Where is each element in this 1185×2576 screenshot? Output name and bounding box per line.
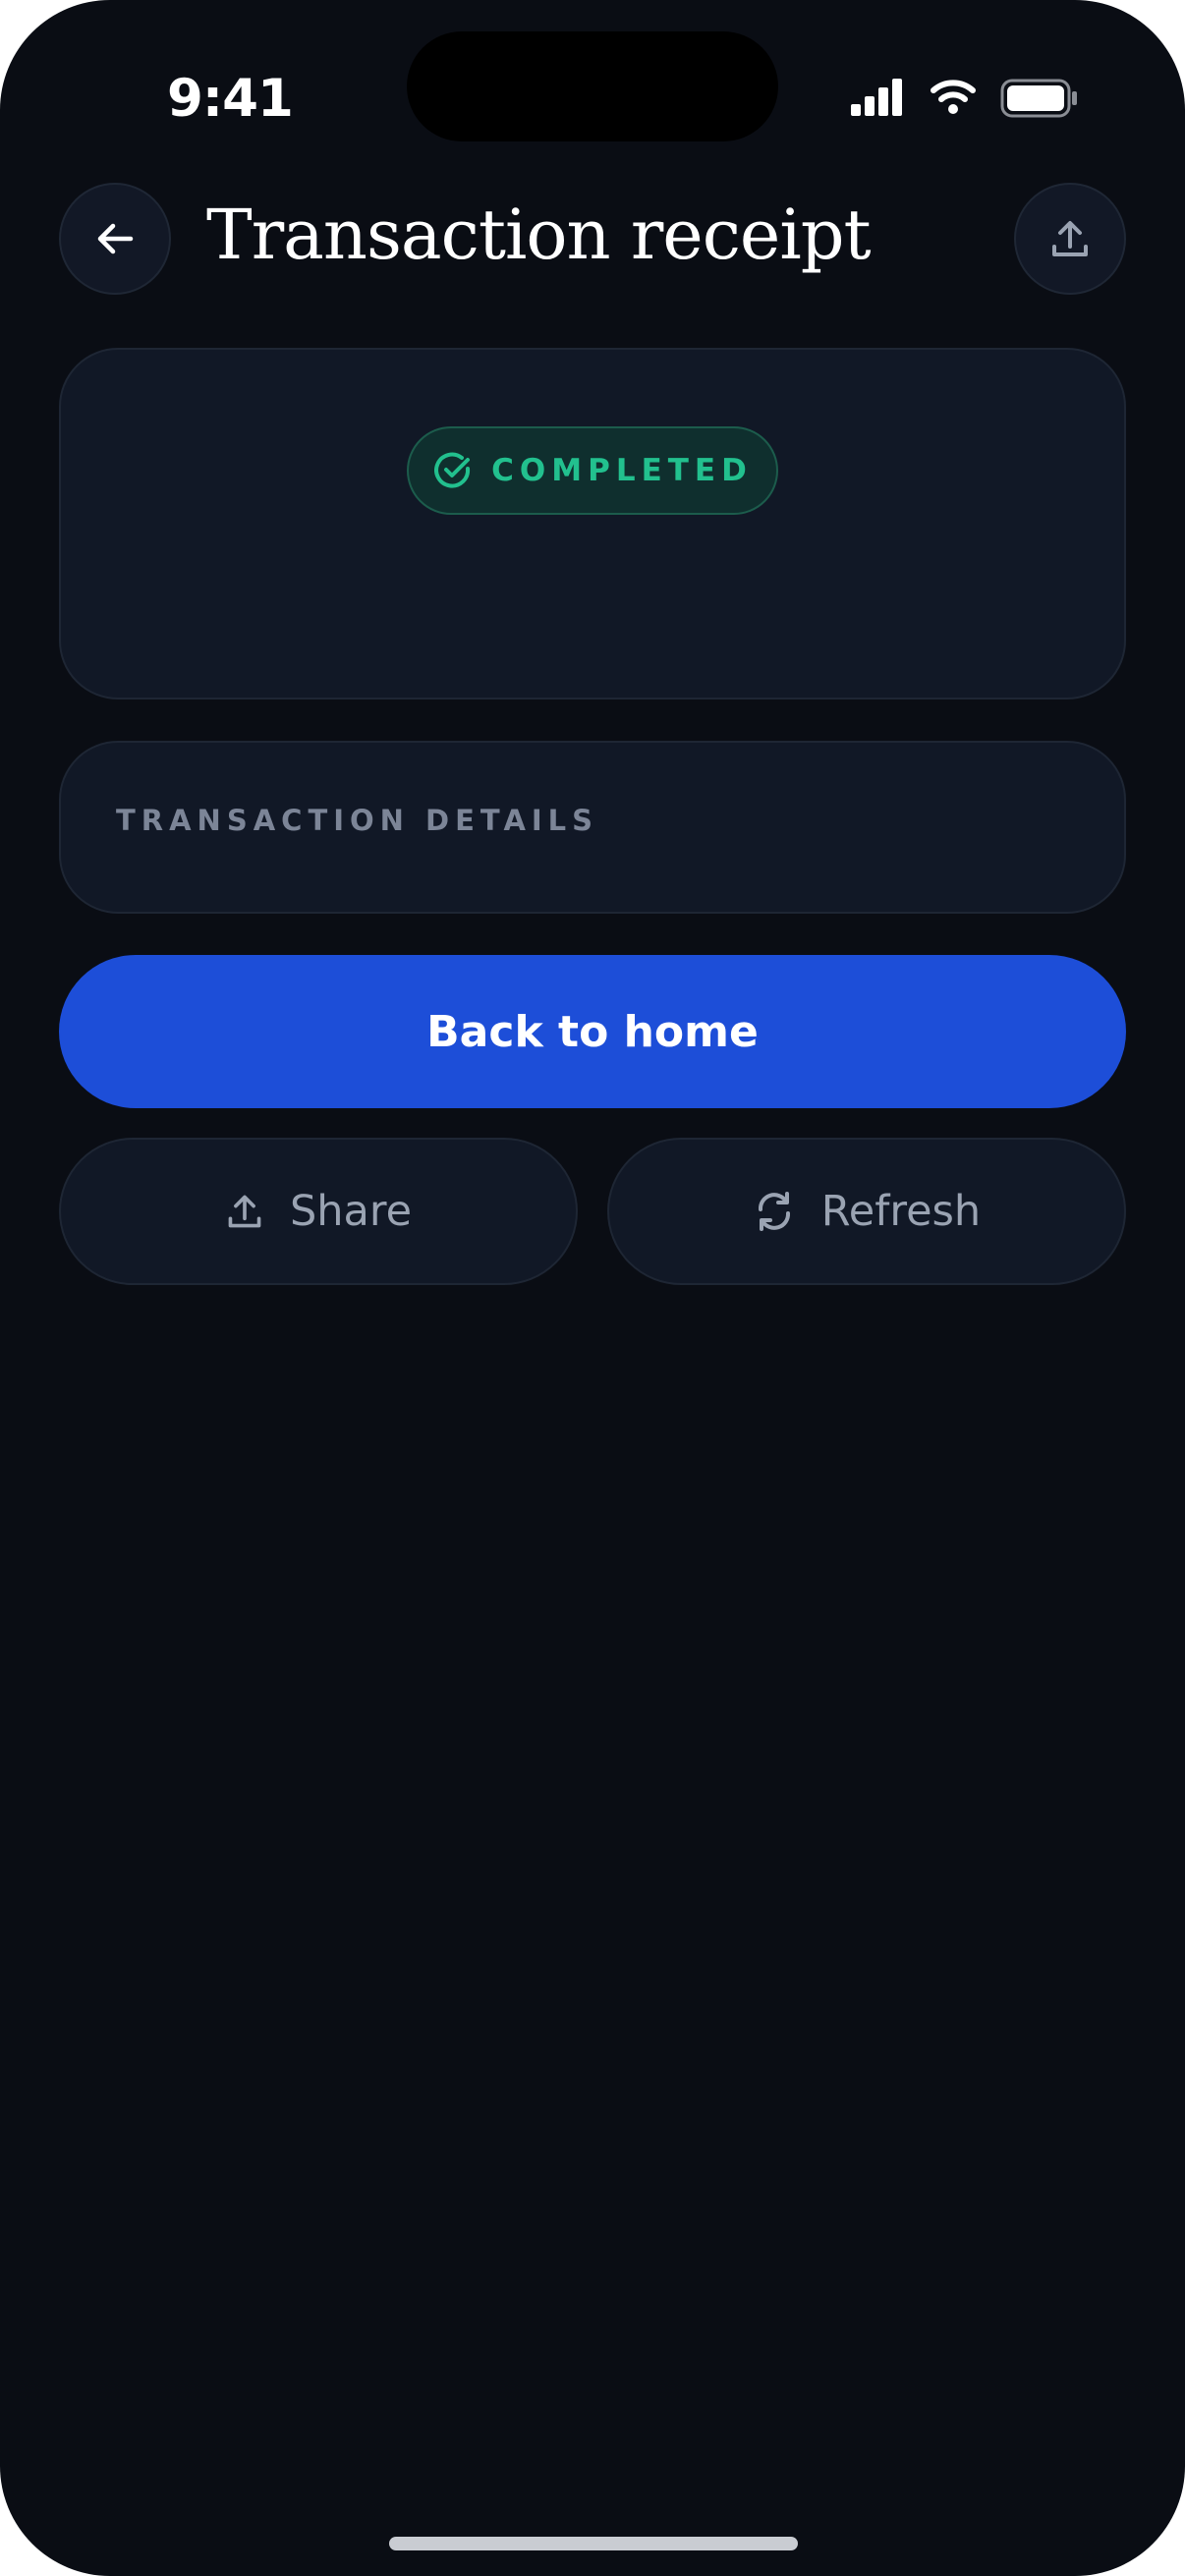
phone-screen: 9:41 Transaction receipt COMPLETED TRANS… bbox=[0, 0, 1185, 2576]
upload-icon bbox=[1052, 221, 1088, 256]
dynamic-island bbox=[407, 31, 778, 141]
refresh-button[interactable]: Refresh bbox=[607, 1138, 1126, 1285]
export-button[interactable] bbox=[1014, 183, 1126, 295]
share-label: Share bbox=[289, 1187, 413, 1236]
back-arrow-icon bbox=[97, 223, 134, 254]
transaction-details-heading: TRANSACTION DETAILS bbox=[116, 804, 599, 837]
status-time: 9:41 bbox=[167, 69, 294, 129]
check-circle-icon bbox=[434, 452, 471, 488]
battery-icon bbox=[1000, 79, 1077, 118]
back-to-home-button[interactable]: Back to home bbox=[59, 955, 1126, 1108]
upload-icon bbox=[228, 1195, 261, 1228]
back-button[interactable] bbox=[59, 183, 171, 295]
share-button[interactable]: Share bbox=[59, 1138, 578, 1285]
cellular-signal-icon bbox=[851, 79, 902, 116]
page-title: Transaction receipt bbox=[206, 195, 872, 275]
status-badge-label: COMPLETED bbox=[491, 453, 753, 488]
wifi-icon bbox=[931, 80, 976, 114]
refresh-icon bbox=[758, 1192, 790, 1231]
status-card bbox=[59, 348, 1126, 700]
refresh-label: Refresh bbox=[820, 1187, 982, 1236]
home-indicator[interactable] bbox=[389, 2537, 798, 2550]
back-to-home-label: Back to home bbox=[426, 1006, 759, 1057]
status-badge: COMPLETED bbox=[407, 426, 778, 515]
